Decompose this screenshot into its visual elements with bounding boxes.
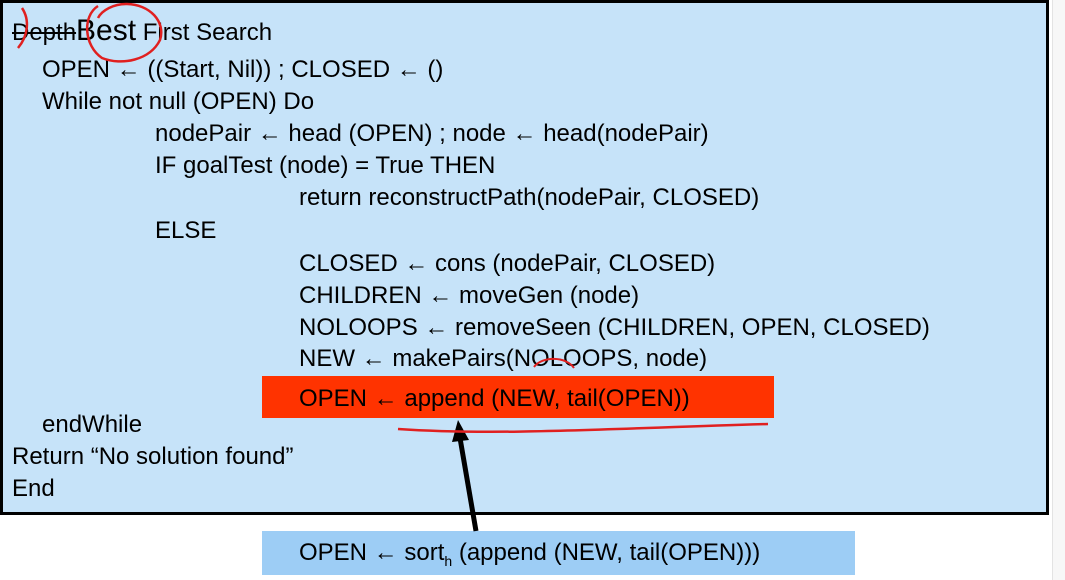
highlighted-code-line: OPEN ← append (NEW, tail(OPEN)): [299, 385, 690, 412]
code-line-5: return reconstructPath(nodePair, CLOSED): [299, 184, 760, 211]
slide-title: DepthBest First Search: [12, 14, 273, 47]
code-line-9: NOLOOPS ← removeSeen (CHILDREN, OPEN, CL…: [299, 314, 930, 341]
code-line-endwhile: endWhile: [42, 411, 143, 438]
struck-title-word: Depth: [12, 19, 77, 46]
window-edge: [1052, 0, 1065, 580]
code-line-4: IF goalTest (node) = True THEN: [155, 152, 496, 179]
code-line-7: CLOSED ← cons (nodePair, CLOSED): [299, 250, 716, 277]
code-line-3: nodePair ← head (OPEN) ; node ← head(nod…: [155, 120, 709, 147]
sort-callout-box: OPEN ← sorth (append (NEW, tail(OPEN))): [262, 531, 855, 575]
callout-subscript: h: [444, 552, 453, 569]
code-line-1: OPEN ← ((Start, Nil)) ; CLOSED ← (): [42, 56, 444, 83]
callout-suffix: (append (NEW, tail(OPEN))): [452, 539, 761, 566]
code-line-8: CHILDREN ← moveGen (node): [299, 282, 640, 309]
code-line-10: NEW ← makePairs(NOLOOPS, node): [299, 345, 708, 372]
code-line-2: While not null (OPEN) Do: [42, 88, 315, 115]
sort-callout-text: OPEN ← sorth (append (NEW, tail(OPEN))): [299, 539, 761, 569]
code-line-end: End: [12, 475, 55, 502]
callout-prefix: OPEN ← sort: [299, 539, 445, 566]
title-replacement-word: Best: [76, 14, 137, 47]
code-line-6: ELSE: [155, 217, 217, 244]
code-line-return: Return “No solution found”: [12, 443, 294, 470]
title-rest: First Search: [136, 19, 273, 46]
